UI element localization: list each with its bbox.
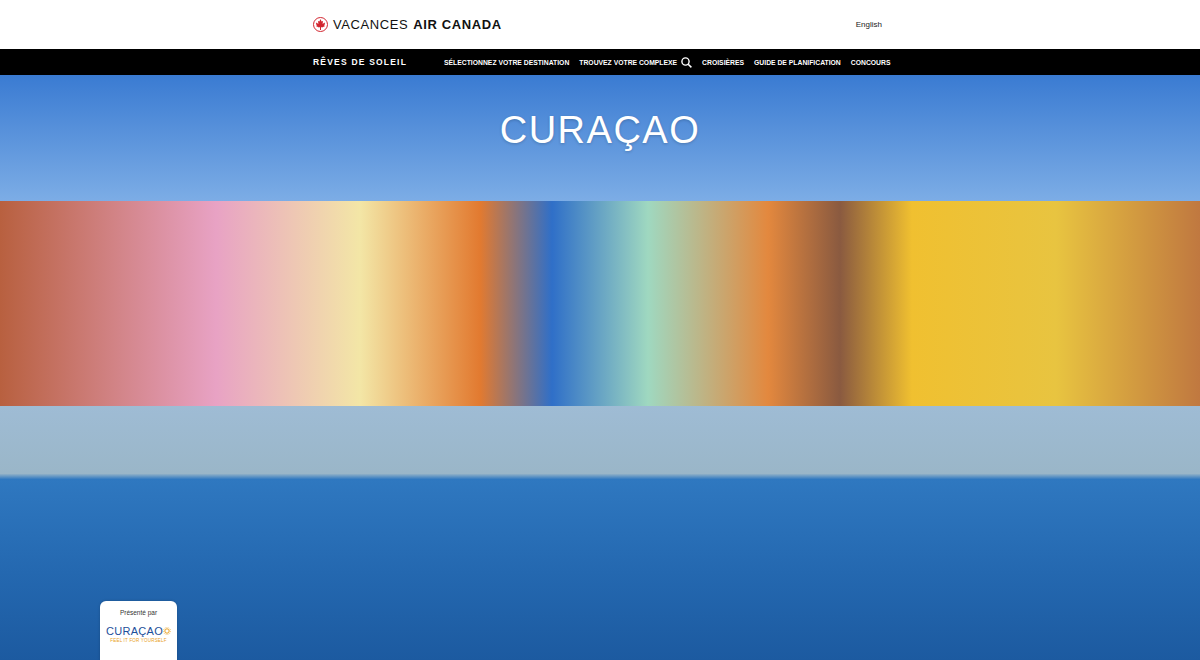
nav-title[interactable]: RÊVES DE SOLEIL bbox=[313, 57, 407, 67]
nav-item[interactable]: SÉLECTIONNEZ VOTRE DESTINATION bbox=[444, 59, 569, 66]
brand-logo[interactable]: VACANCES AIR CANADA bbox=[313, 17, 502, 32]
brand-vacances: VACANCES bbox=[333, 17, 408, 32]
nav-item[interactable]: GUIDE DE PLANIFICATION bbox=[754, 59, 841, 66]
nav-item[interactable]: CROISIÈRES bbox=[702, 59, 744, 66]
sponsor-label: Présenté par bbox=[120, 609, 157, 616]
nav-inner: RÊVES DE SOLEIL SÉLECTIONNEZ VOTRE DESTIN… bbox=[313, 57, 890, 68]
nav-item-label: TROUVEZ VOTRE COMPLEXE bbox=[579, 59, 677, 66]
sun-icon bbox=[163, 627, 171, 635]
nav-items: SÉLECTIONNEZ VOTRE DESTINATION TROUVEZ VO… bbox=[444, 57, 890, 68]
top-bar: VACANCES AIR CANADA English bbox=[0, 0, 1200, 49]
sponsor-tagline: FEEL IT FOR YOURSELF bbox=[110, 638, 166, 643]
sponsor-badge[interactable]: Présenté par CURAÇAOFEEL IT FOR YOURSELF bbox=[100, 601, 177, 660]
top-bar-inner: VACANCES AIR CANADA English bbox=[313, 17, 888, 32]
hero-photo: CURAÇAOPrésenté parCURAÇAOFEEL IT FOR YO… bbox=[0, 75, 1200, 660]
brand-air-canada: AIR CANADA bbox=[413, 17, 501, 32]
search-icon bbox=[681, 57, 692, 68]
nav-item-label: SÉLECTIONNEZ VOTRE DESTINATION bbox=[444, 59, 569, 66]
maple-leaf-icon bbox=[313, 17, 328, 32]
nav-item-label: GUIDE DE PLANIFICATION bbox=[754, 59, 841, 66]
nav-item[interactable]: TROUVEZ VOTRE COMPLEXE bbox=[579, 57, 692, 68]
nav-item-label: CONCOURS bbox=[851, 59, 891, 66]
nav-bar: RÊVES DE SOLEIL SÉLECTIONNEZ VOTRE DESTIN… bbox=[0, 49, 1200, 75]
brand-name: VACANCES AIR CANADA bbox=[333, 17, 502, 32]
hero-title: CURAÇAO bbox=[500, 109, 701, 152]
language-link[interactable]: English bbox=[856, 20, 888, 29]
sponsor-logo: CURAÇAO bbox=[106, 625, 171, 637]
nav-item[interactable]: CONCOURS bbox=[851, 59, 891, 66]
nav-item-label: CROISIÈRES bbox=[702, 59, 744, 66]
sponsor-logo-text: CURAÇAO bbox=[106, 625, 163, 637]
